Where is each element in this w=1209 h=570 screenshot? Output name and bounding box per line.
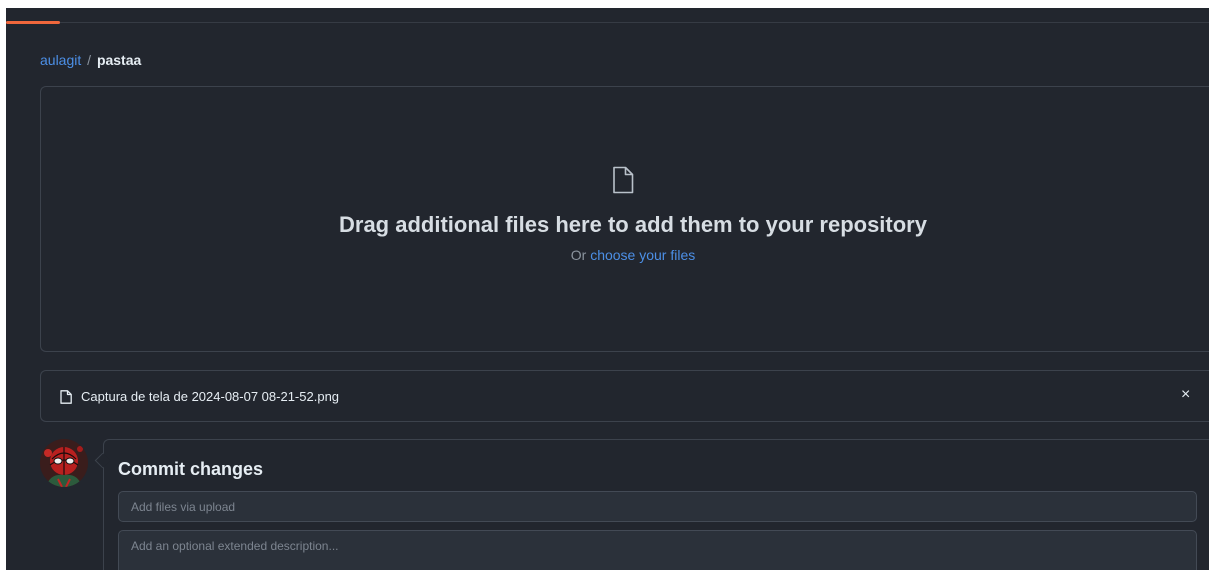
remove-file-button[interactable]: × [1181,385,1190,405]
breadcrumb-separator: / [87,52,92,68]
breadcrumb: aulagit / pastaa [40,51,141,69]
breadcrumb-owner-link[interactable]: aulagit [40,52,81,68]
active-tab-indicator [6,21,60,24]
commit-description-input[interactable] [118,530,1197,570]
file-icon [60,390,72,404]
breadcrumb-repo: pastaa [96,52,142,68]
dropzone-title: Drag additional files here to add them t… [339,212,927,237]
header-divider [6,22,1209,23]
commit-summary-input[interactable] [118,491,1197,522]
dropzone-subtitle: Or choose your files [6,246,1209,264]
uploaded-file-name: Captura de tela de 2024-08-07 08-21-52.p… [81,389,340,404]
file-icon [613,166,634,194]
avatar[interactable] [40,439,88,487]
dropzone-or-text: Or [570,247,587,263]
avatar-spiderman-icon [40,439,88,487]
choose-files-link[interactable]: choose your files [590,247,695,263]
uploaded-file-row: Captura de tela de 2024-08-07 08-21-52.p… [40,370,1209,422]
upload-page: aulagit / pastaa Drag additional files h… [6,8,1209,570]
commit-title: Commit changes [118,459,264,479]
